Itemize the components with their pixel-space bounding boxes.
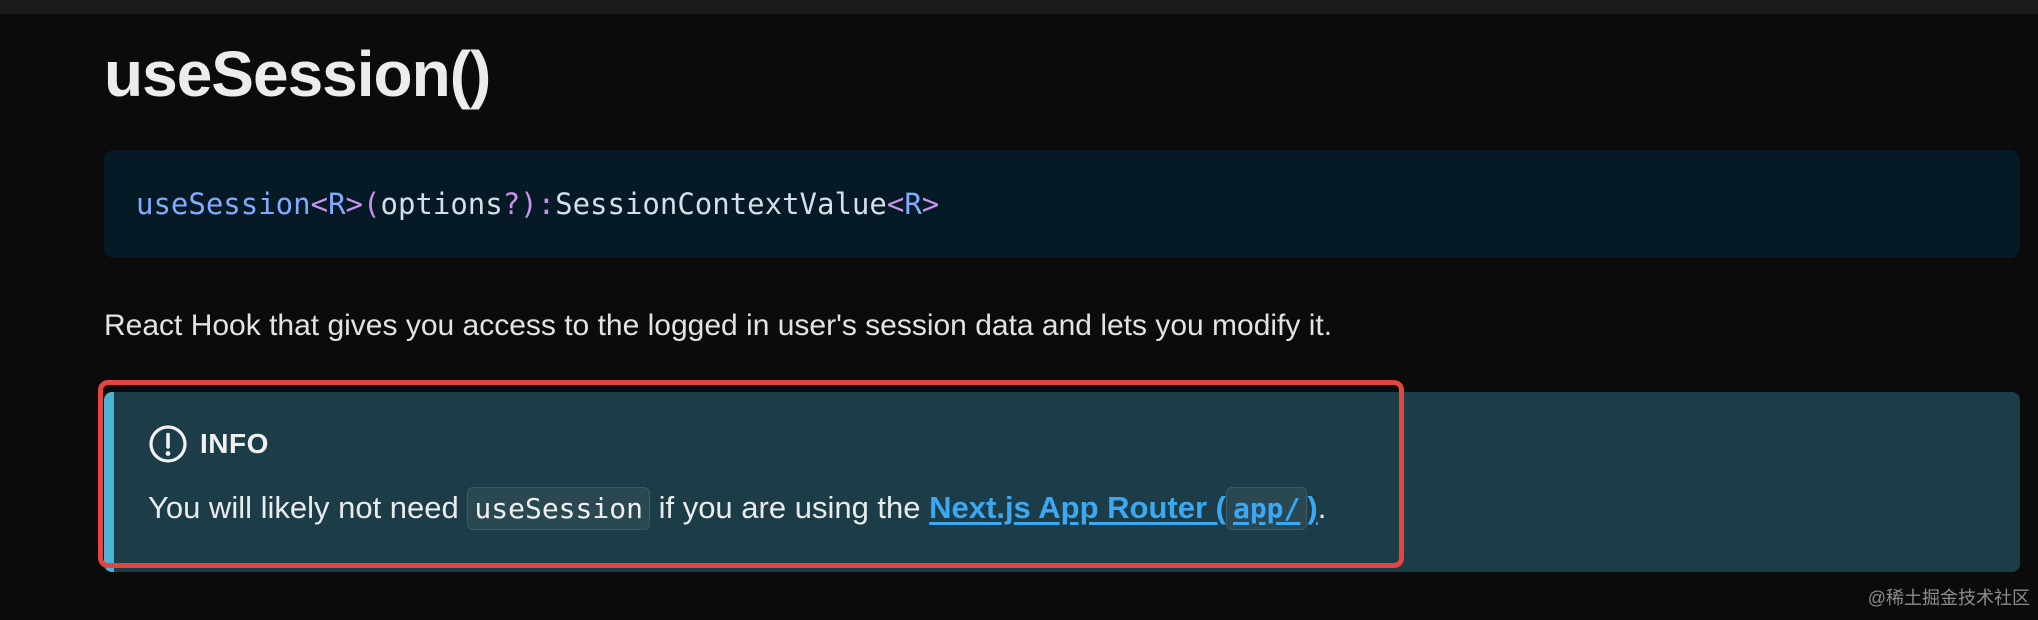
admonition-heading: INFO: [148, 424, 269, 464]
sig-paren-close: ): [520, 187, 538, 221]
page-title: useSession(): [104, 38, 491, 110]
sig-angle-close: >: [345, 187, 364, 221]
sig-optional: ?: [502, 187, 521, 221]
sig-angle-open: <: [310, 187, 329, 221]
admonition-text-before: You will likely not need: [148, 490, 468, 525]
inline-code-app: app/: [1225, 487, 1308, 530]
sig-ret-angle-open: <: [886, 187, 905, 221]
app-router-link-close: ): [1307, 490, 1318, 525]
admonition-accent-bar: [104, 392, 114, 572]
sig-function-name: useSession: [136, 187, 311, 221]
info-admonition: INFO You will likely not need useSession…: [104, 392, 2020, 572]
admonition-text: You will likely not need useSession if y…: [148, 484, 1326, 533]
sig-return-type: SessionContextValue: [555, 187, 887, 221]
sig-paren-open: (: [363, 187, 381, 221]
watermark: @稀土掘金技术社区: [1867, 588, 2030, 608]
sig-generic: R: [328, 187, 346, 221]
top-bar: [0, 0, 2038, 14]
sig-ret-angle-close: >: [921, 187, 940, 221]
description: React Hook that gives you access to the …: [104, 309, 1333, 342]
admonition-text-middle: if you are using the: [649, 490, 930, 525]
signature-code-block: useSession < R >(options?): SessionContextV…: [104, 150, 2020, 258]
sig-ret-generic: R: [904, 187, 922, 221]
app-router-link[interactable]: Next.js App Router (app/): [929, 487, 1318, 530]
app-router-link-label: Next.js App Router (: [929, 490, 1226, 525]
sig-param: options: [380, 187, 503, 221]
inline-code-usesession: useSession: [467, 487, 650, 530]
admonition-text-end: .: [1317, 490, 1327, 525]
admonition-title: INFO: [200, 428, 269, 459]
sig-colon: :: [537, 187, 556, 221]
exclamation-circle-icon: [149, 425, 187, 463]
